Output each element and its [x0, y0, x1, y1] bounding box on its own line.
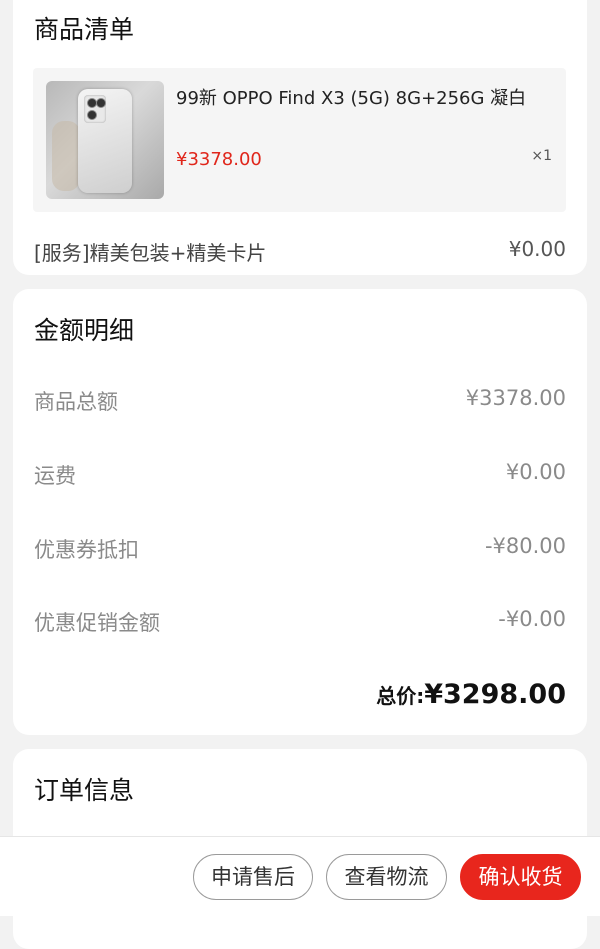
camera-module	[84, 95, 106, 123]
product-name: 99新 OPPO Find X3 (5G) 8G+256G 凝白	[176, 88, 527, 109]
view-logistics-button[interactable]: 查看物流	[326, 854, 447, 900]
amount-detail-card: 金额明细 商品总额 ¥3378.00 运费 ¥0.00 优惠券抵扣 -¥80.0…	[13, 289, 587, 735]
hand-shape	[52, 121, 80, 191]
confirm-receipt-button[interactable]: 确认收货	[460, 854, 581, 900]
amount-label: 商品总额	[34, 390, 118, 414]
product-quantity: ×1	[531, 148, 552, 164]
amount-row-promotion: 优惠促销金额 -¥0.00	[34, 607, 566, 637]
bottom-action-bar: 申请售后 查看物流 确认收货	[0, 836, 600, 916]
amount-value: ¥3378.00	[465, 386, 566, 410]
camera-lens	[87, 110, 97, 120]
product-item[interactable]: 99新 OPPO Find X3 (5G) 8G+256G 凝白 ¥3378.0…	[33, 68, 566, 212]
service-label: [服务]精美包装+精美卡片	[34, 241, 267, 265]
phone-icon	[78, 89, 132, 193]
service-row: [服务]精美包装+精美卡片 ¥0.00	[34, 237, 566, 266]
camera-lens	[96, 98, 106, 108]
amount-label: 优惠促销金额	[34, 611, 160, 635]
goods-list-card: 商品清单 99新 OPPO Find X3 (5G) 8G+256G 凝白 ¥3…	[13, 0, 587, 275]
order-info-title: 订单信息	[34, 776, 135, 805]
amount-value: -¥80.00	[484, 534, 566, 558]
after-sale-button[interactable]: 申请售后	[193, 854, 313, 900]
total-label: 总价:	[376, 684, 425, 708]
amount-label: 运费	[34, 464, 76, 488]
total-price: 总价:¥3298.00	[376, 679, 566, 710]
amount-detail-title: 金额明细	[34, 316, 135, 345]
product-image[interactable]	[46, 81, 164, 199]
amount-row-coupon: 优惠券抵扣 -¥80.00	[34, 534, 566, 564]
service-value: ¥0.00	[508, 237, 566, 261]
goods-list-title: 商品清单	[34, 15, 135, 44]
amount-label: 优惠券抵扣	[34, 538, 139, 562]
amount-row-goods-total: 商品总额 ¥3378.00	[34, 386, 566, 416]
amount-value: -¥0.00	[498, 607, 566, 631]
product-price: ¥3378.00	[176, 149, 262, 170]
amount-row-shipping: 运费 ¥0.00	[34, 460, 566, 490]
amount-value: ¥0.00	[505, 460, 566, 484]
total-value: ¥3298.00	[424, 679, 566, 710]
